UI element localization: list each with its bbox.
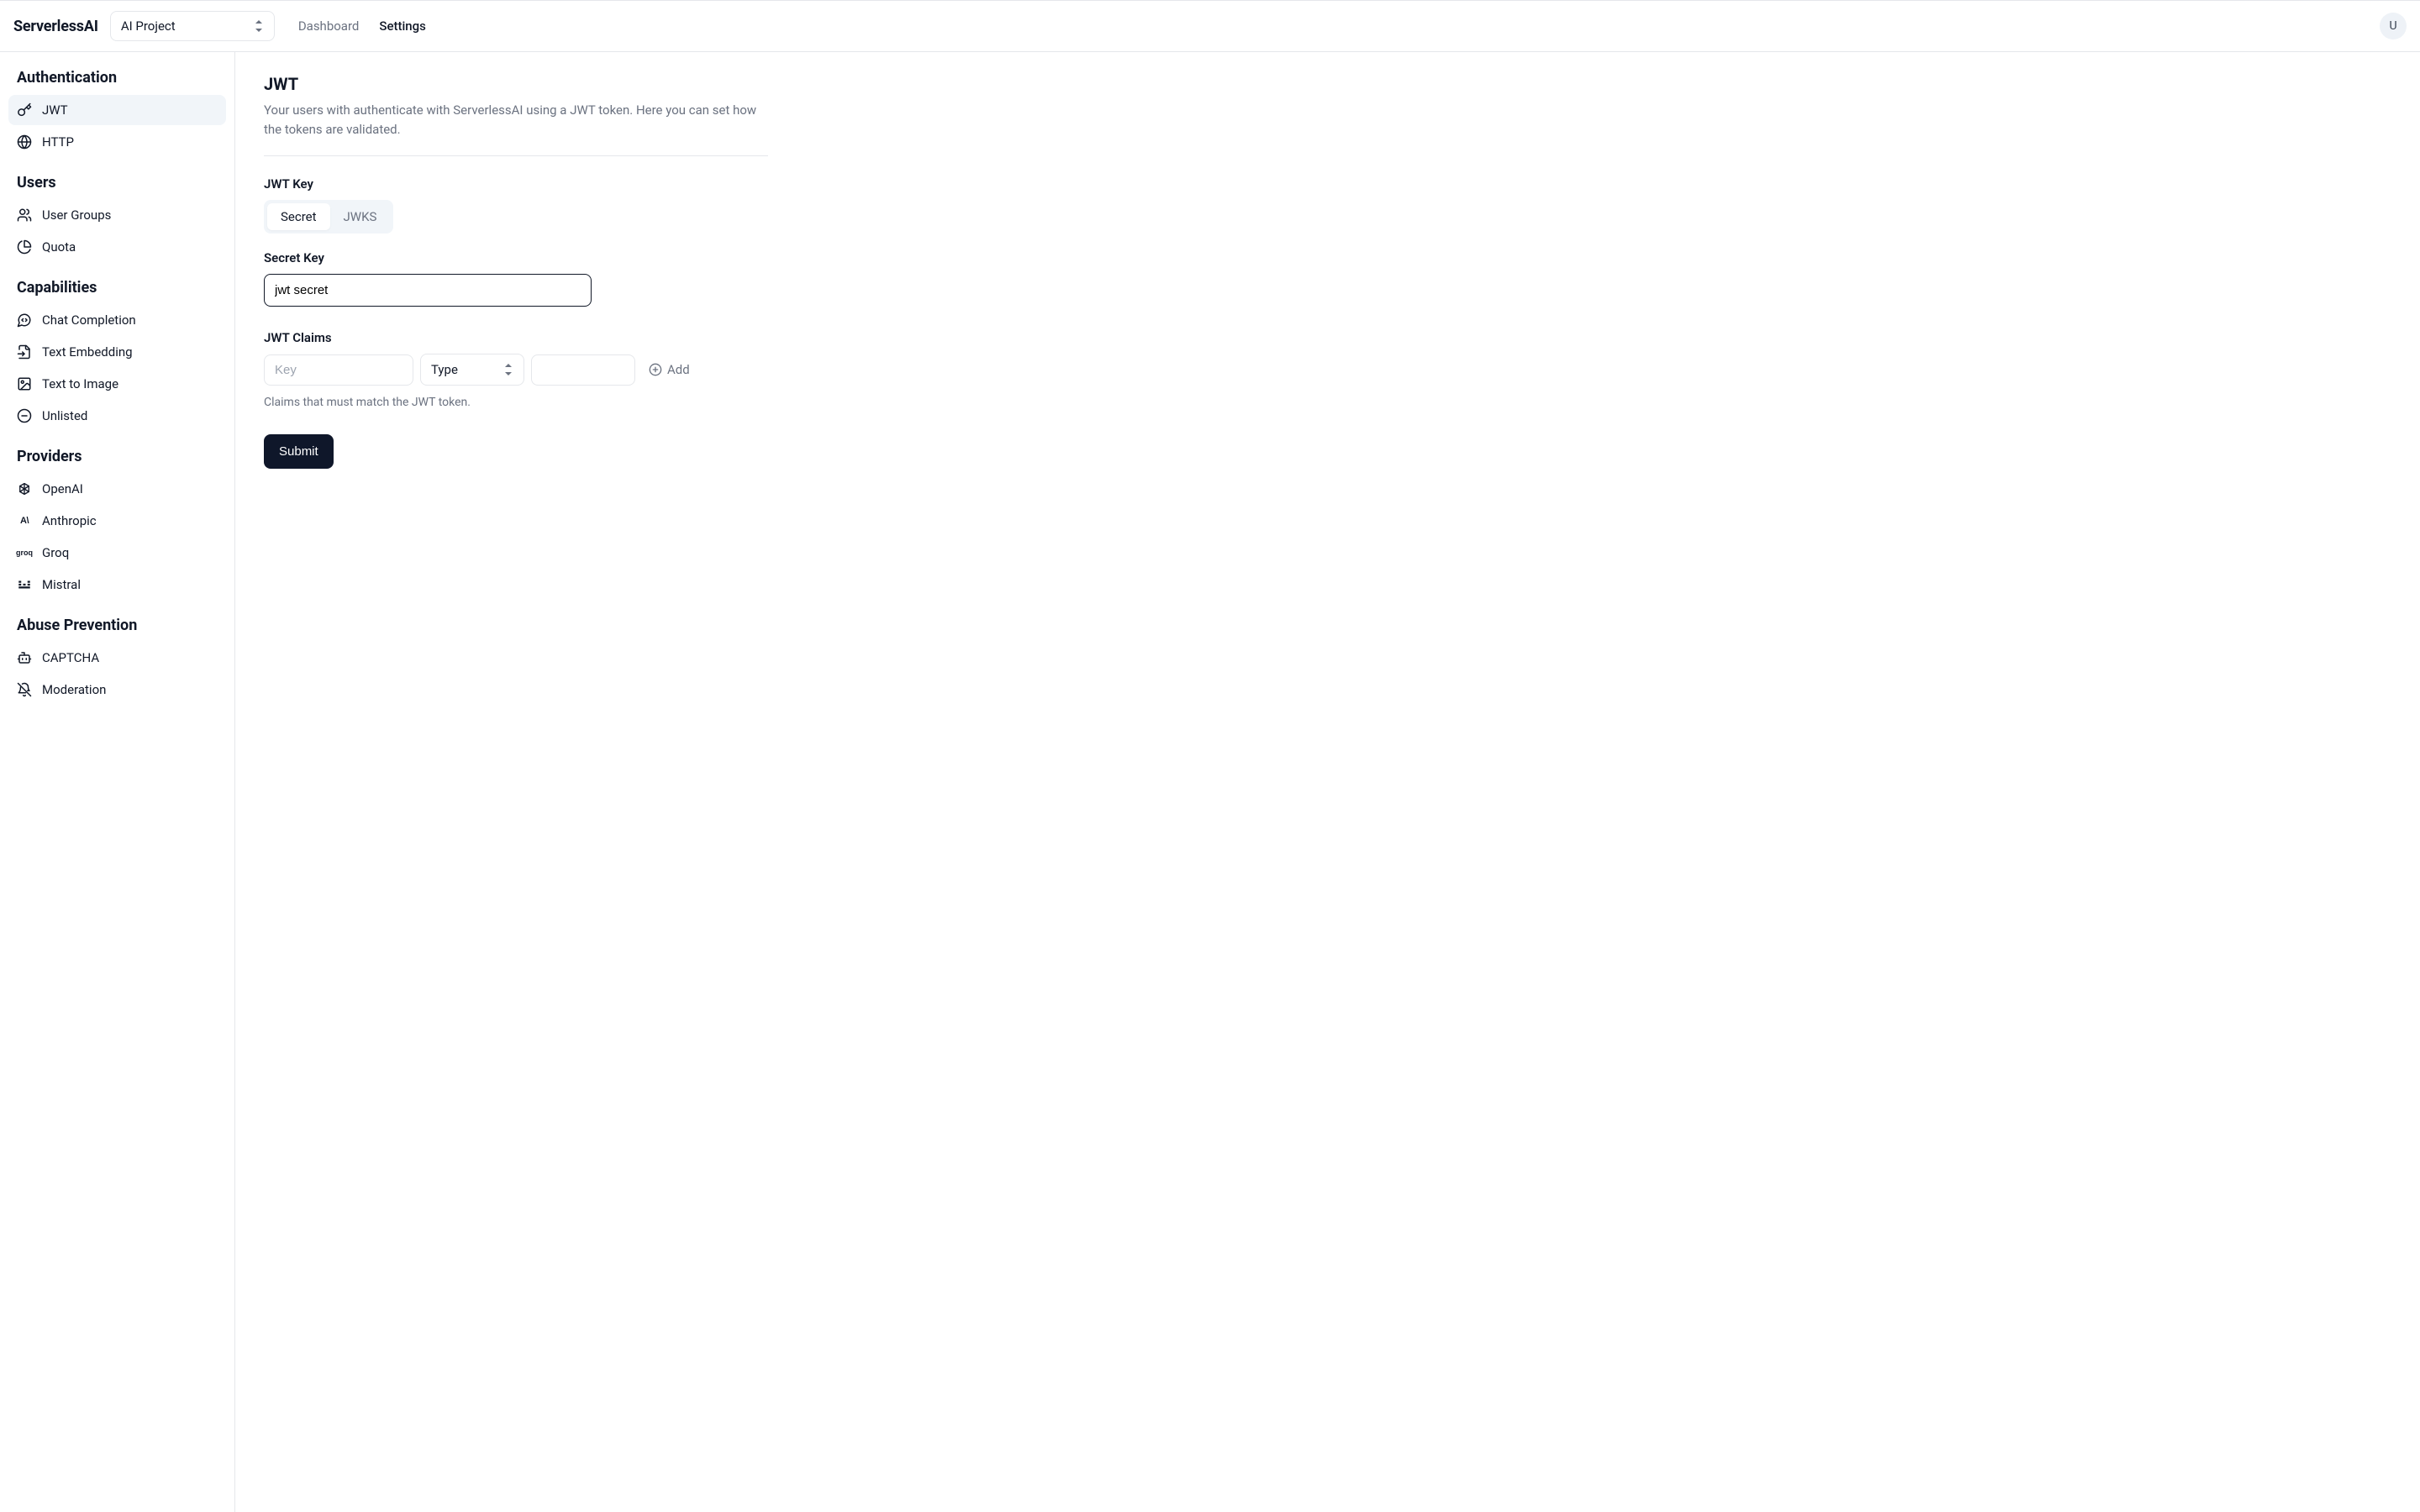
claims-type-label: Type [431,362,458,377]
sidebar: Authentication JWT HTTP Users [0,52,235,1512]
chevrons-up-down-icon [254,19,264,33]
sidebar-item-http[interactable]: HTTP [8,127,226,157]
nav-settings[interactable]: Settings [379,18,426,34]
tab-jwks[interactable]: JWKS [330,203,391,230]
anthropic-logo-icon: A\ [17,513,32,528]
sidebar-item-label: Text Embedding [42,344,133,360]
sidebar-item-label: Anthropic [42,513,97,528]
sidebar-item-label: Quota [42,239,76,255]
chat-icon [17,312,32,328]
topbar: ServerlessAI AI Project Dashboard Settin… [0,0,2420,52]
key-icon [17,102,32,118]
divider [264,155,768,156]
sidebar-item-label: Text to Image [42,376,118,391]
submit-button[interactable]: Submit [264,434,334,469]
sidebar-title-abuse: Abuse Prevention [17,617,218,634]
sidebar-item-label: Mistral [42,577,81,592]
sidebar-title-capabilities: Capabilities [17,279,218,297]
jwt-key-type-tabs: Secret JWKS [264,200,393,234]
sidebar-title-authentication: Authentication [17,69,218,87]
sidebar-item-quota[interactable]: Quota [8,232,226,262]
sidebar-section-providers: Providers OpenAI A\ Anthropic groq [5,448,229,600]
sidebar-item-label: Chat Completion [42,312,136,328]
users-icon [17,207,32,223]
avatar-letter: U [2389,19,2396,33]
page-description: Your users with authenticate with Server… [264,101,768,139]
jwt-claims-row: Type Add [264,354,768,386]
claims-key-input[interactable] [264,354,413,386]
sidebar-title-users: Users [17,174,218,192]
nav-dashboard[interactable]: Dashboard [298,18,360,34]
sidebar-item-label: CAPTCHA [42,650,99,665]
robot-icon [17,650,32,665]
claims-value-input[interactable] [531,354,635,386]
jwt-key-label: JWT Key [264,176,768,192]
project-selector-label: AI Project [121,18,176,34]
add-claim-button[interactable]: Add [642,362,697,377]
sidebar-item-label: User Groups [42,207,111,223]
sidebar-title-providers: Providers [17,448,218,465]
sidebar-item-user-groups[interactable]: User Groups [8,200,226,230]
image-icon [17,376,32,391]
add-circle-icon [649,363,662,376]
sidebar-item-label: Unlisted [42,408,87,423]
sidebar-section-users: Users User Groups Quota [5,174,229,262]
sidebar-item-label: Moderation [42,682,106,697]
file-arrow-icon [17,344,32,360]
sidebar-item-label: Groq [42,545,69,560]
groq-logo-icon: groq [17,545,32,560]
claims-helper-text: Claims that must match the JWT token. [264,396,768,409]
circle-dashed-icon [17,408,32,423]
sidebar-item-moderation[interactable]: Moderation [8,675,226,705]
sidebar-item-groq[interactable]: groq Groq [8,538,226,568]
main-content: JWT Your users with authenticate with Se… [235,52,2420,1512]
pie-chart-icon [17,239,32,255]
sidebar-item-mistral[interactable]: Mistral [8,570,226,600]
sidebar-item-label: JWT [42,102,68,118]
openai-logo-icon [17,481,32,496]
sidebar-item-text-embedding[interactable]: Text Embedding [8,337,226,367]
chevrons-up-down-icon [503,363,513,376]
sidebar-item-jwt[interactable]: JWT [8,95,226,125]
secret-key-input[interactable] [264,274,592,307]
sidebar-item-label: OpenAI [42,481,83,496]
sidebar-item-chat-completion[interactable]: Chat Completion [8,305,226,335]
sidebar-item-label: HTTP [42,134,74,150]
user-avatar[interactable]: U [2380,13,2407,39]
bell-off-icon [17,682,32,697]
claims-type-select[interactable]: Type [420,354,524,386]
sidebar-item-anthropic[interactable]: A\ Anthropic [8,506,226,536]
jwt-claims-label: JWT Claims [264,330,768,345]
sidebar-section-capabilities: Capabilities Chat Completion Text Embedd… [5,279,229,431]
sidebar-item-unlisted[interactable]: Unlisted [8,401,226,431]
mistral-logo-icon [17,577,32,592]
top-nav: Dashboard Settings [298,18,426,34]
sidebar-section-authentication: Authentication JWT HTTP [5,69,229,157]
sidebar-section-abuse: Abuse Prevention CAPTCHA Moderation [5,617,229,705]
tab-secret[interactable]: Secret [267,203,330,230]
secret-key-label: Secret Key [264,250,768,265]
globe-icon [17,134,32,150]
sidebar-item-captcha[interactable]: CAPTCHA [8,643,226,673]
brand-name: ServerlessAI [13,18,98,35]
page-title: JWT [264,74,768,94]
add-claim-label: Add [667,362,690,377]
project-selector[interactable]: AI Project [110,11,275,41]
sidebar-item-openai[interactable]: OpenAI [8,474,226,504]
app-body: Authentication JWT HTTP Users [0,52,2420,1512]
sidebar-item-text-to-image[interactable]: Text to Image [8,369,226,399]
